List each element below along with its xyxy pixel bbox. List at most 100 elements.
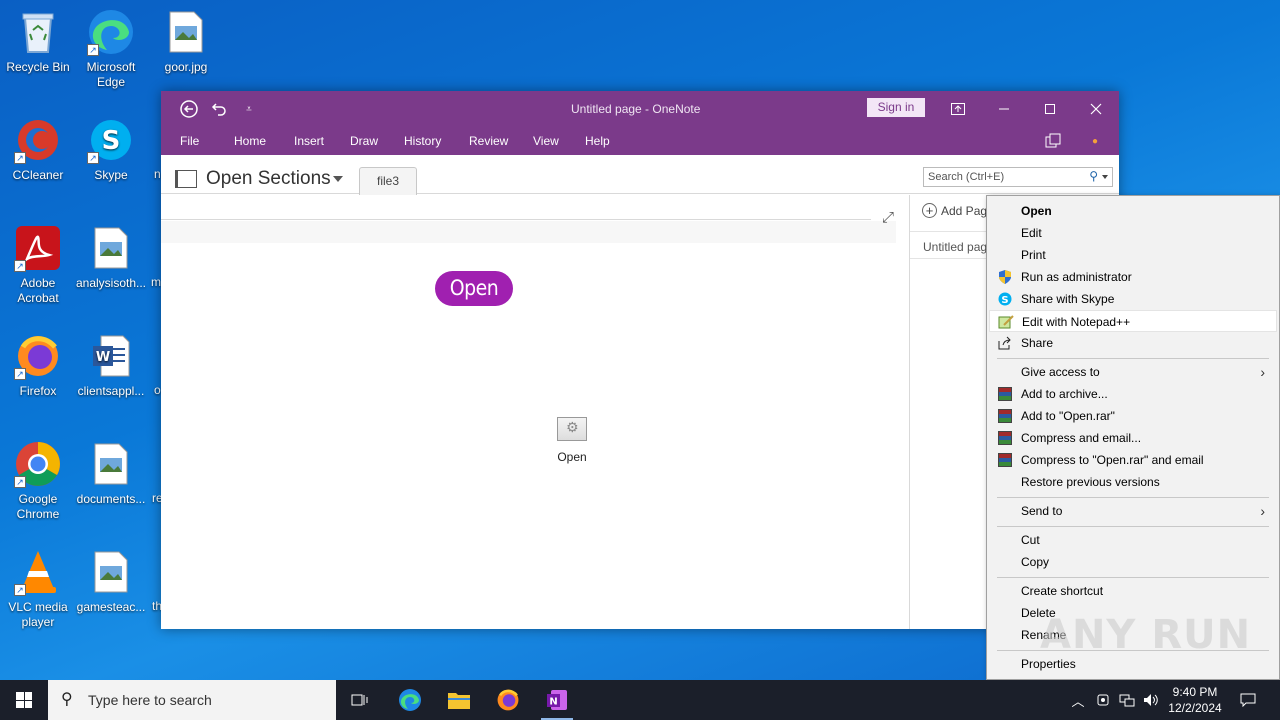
minimize-icon — [999, 108, 1009, 110]
minimize-button[interactable] — [981, 91, 1027, 127]
menu-separator — [997, 526, 1269, 527]
menu-item-compress-and-email[interactable]: Compress and email... — [989, 427, 1277, 449]
expand-icon[interactable]: ⤢ — [882, 209, 894, 226]
notification-center-button[interactable] — [1234, 680, 1262, 720]
shortcut-arrow-icon: ↗ — [14, 368, 26, 380]
menu-item-cut[interactable]: Cut — [989, 529, 1277, 551]
search-scope-dropdown-icon[interactable] — [1102, 175, 1108, 179]
tab-help[interactable]: Help — [585, 134, 610, 148]
menu-item-share-with-skype[interactable]: S Share with Skype — [989, 288, 1277, 310]
show-hidden-icons-button[interactable]: ︿ — [1068, 680, 1088, 720]
desktop-icon-adobe-acrobat[interactable]: ↗ Adobe Acrobat — [0, 224, 76, 306]
desktop-label-peek: n — [154, 167, 161, 181]
network-icon[interactable] — [1116, 680, 1138, 720]
edge-icon: ↗ — [87, 8, 135, 56]
desktop-icon-ccleaner[interactable]: ↗ CCleaner — [0, 116, 76, 183]
close-button[interactable] — [1073, 91, 1119, 127]
desktop-icon-label: CCleaner — [12, 168, 64, 182]
tab-draw[interactable]: Draw — [350, 134, 378, 148]
clock-time: 9:40 PM — [1172, 685, 1218, 699]
menu-item-copy[interactable]: Copy — [989, 551, 1277, 573]
menu-item-compress-to-open-rar-and-email[interactable]: Compress to "Open.rar" and email — [989, 449, 1277, 471]
winrar-icon — [997, 408, 1013, 424]
desktop-icon-skype[interactable]: S ↗ Skype — [73, 116, 149, 183]
back-arrow-icon — [180, 100, 198, 118]
tab-insert[interactable]: Insert — [294, 134, 324, 148]
ribbon-display-options-button[interactable] — [935, 91, 981, 127]
maximize-button[interactable] — [1027, 91, 1073, 127]
desktop-icon-firefox[interactable]: ↗ Firefox — [0, 332, 76, 399]
menu-item-edit[interactable]: Edit — [989, 222, 1277, 244]
desktop-icon-vlc[interactable]: ↗ VLC media player — [0, 548, 76, 630]
taskbar-search-placeholder: Type here to search — [88, 692, 212, 708]
menu-item-restore-previous-versions[interactable]: Restore previous versions — [989, 471, 1277, 493]
shortcut-arrow-icon: ↗ — [14, 584, 26, 596]
notebook-dropdown-icon[interactable] — [333, 176, 343, 182]
quick-access-customize-button[interactable]: ⩡ — [237, 97, 261, 121]
taskbar-search-box[interactable]: ⚲ Type here to search — [48, 680, 336, 720]
menu-item-print[interactable]: Print — [989, 244, 1277, 266]
back-button[interactable] — [177, 97, 201, 121]
section-tab-file3[interactable]: file3 — [359, 167, 417, 195]
menu-item-label: Add to archive... — [1021, 387, 1108, 401]
volume-icon[interactable] — [1140, 680, 1162, 720]
full-page-view-button[interactable] — [1041, 129, 1065, 153]
menu-item-give-access-to[interactable]: Give access to › — [989, 361, 1277, 383]
executable-file-icon — [557, 417, 587, 441]
menu-item-add-to-open-rar[interactable]: Add to "Open.rar" — [989, 405, 1277, 427]
page-title-area[interactable] — [161, 221, 896, 243]
undo-button[interactable] — [207, 97, 231, 121]
onenote-icon: N — [547, 690, 567, 710]
menu-item-create-shortcut[interactable]: Create shortcut — [989, 580, 1277, 602]
system-clock[interactable]: 9:40 PM 12/2/2024 — [1160, 684, 1230, 716]
tab-home[interactable]: Home — [234, 134, 266, 148]
close-icon — [1090, 103, 1102, 115]
desktop-icon-analysis-file[interactable]: analysisoth... — [73, 224, 149, 291]
shortcut-arrow-icon: ↗ — [87, 152, 99, 164]
add-page-button[interactable]: + Add Pag — [922, 203, 987, 218]
taskbar: ⚲ Type here to search N ︿ 9:40 PM 12/2/2… — [0, 680, 1280, 720]
svg-text:S: S — [102, 126, 121, 156]
page-canvas[interactable]: ⤢ Open Open — [161, 195, 909, 629]
search-input[interactable]: Search (Ctrl+E) ⚲ — [923, 167, 1113, 187]
menu-item-edit-with-notepadpp[interactable]: Edit with Notepad++ — [989, 310, 1277, 332]
desktop-icon-goor-jpg[interactable]: goor.jpg — [148, 8, 224, 75]
desktop-icon-recycle-bin[interactable]: Recycle Bin — [0, 8, 76, 75]
tab-view[interactable]: View — [533, 134, 559, 148]
taskbar-onenote[interactable]: N — [533, 680, 581, 720]
tray-device-icon[interactable] — [1092, 680, 1114, 720]
desktop-icon-documents-file[interactable]: documents... — [73, 440, 149, 507]
desktop-icon-label: Google Chrome — [16, 492, 60, 521]
desktop-icon-microsoft-edge[interactable]: ↗ Microsoft Edge — [73, 8, 149, 90]
menu-item-run-as-administrator[interactable]: Run as administrator — [989, 266, 1277, 288]
task-view-button[interactable] — [336, 680, 384, 720]
desktop-icon-google-chrome[interactable]: ↗ Google Chrome — [0, 440, 76, 522]
add-icon: + — [922, 203, 937, 218]
desktop-icon-label: VLC media player — [8, 600, 68, 629]
desktop-icon-label: documents... — [76, 492, 146, 506]
anyrun-watermark: ANY RUN — [1040, 612, 1252, 658]
taskbar-edge[interactable] — [386, 680, 434, 720]
menu-item-label: Send to — [1021, 504, 1063, 518]
open-pill-image[interactable]: Open — [435, 271, 513, 306]
start-button[interactable] — [0, 680, 48, 720]
menu-item-add-to-archive[interactable]: Add to archive... — [989, 383, 1277, 405]
sign-in-button[interactable]: Sign in — [867, 98, 925, 117]
tab-file[interactable]: File — [180, 134, 199, 148]
notebook-icon — [175, 170, 197, 188]
desktop-icon-gamesteac-file[interactable]: gamesteac... — [73, 548, 149, 615]
menu-item-send-to[interactable]: Send to › — [989, 500, 1277, 522]
tab-history[interactable]: History — [404, 134, 441, 148]
desktop-icon-clientsappl-file[interactable]: W clientsappl... — [73, 332, 149, 399]
vlc-icon: ↗ — [14, 548, 62, 596]
chevron-up-icon: ︿ — [1071, 693, 1085, 709]
chevron-right-icon: › — [1260, 364, 1265, 380]
menu-item-share[interactable]: Share — [989, 332, 1277, 354]
tab-review[interactable]: Review — [469, 134, 508, 148]
taskbar-file-explorer[interactable] — [435, 680, 483, 720]
taskbar-firefox[interactable] — [484, 680, 532, 720]
embedded-file-object[interactable]: Open — [547, 417, 597, 464]
notebook-selector[interactable]: Open Sections — [206, 168, 331, 190]
menu-item-open[interactable]: Open — [989, 200, 1277, 222]
search-icon[interactable]: ⚲ — [1089, 169, 1098, 183]
